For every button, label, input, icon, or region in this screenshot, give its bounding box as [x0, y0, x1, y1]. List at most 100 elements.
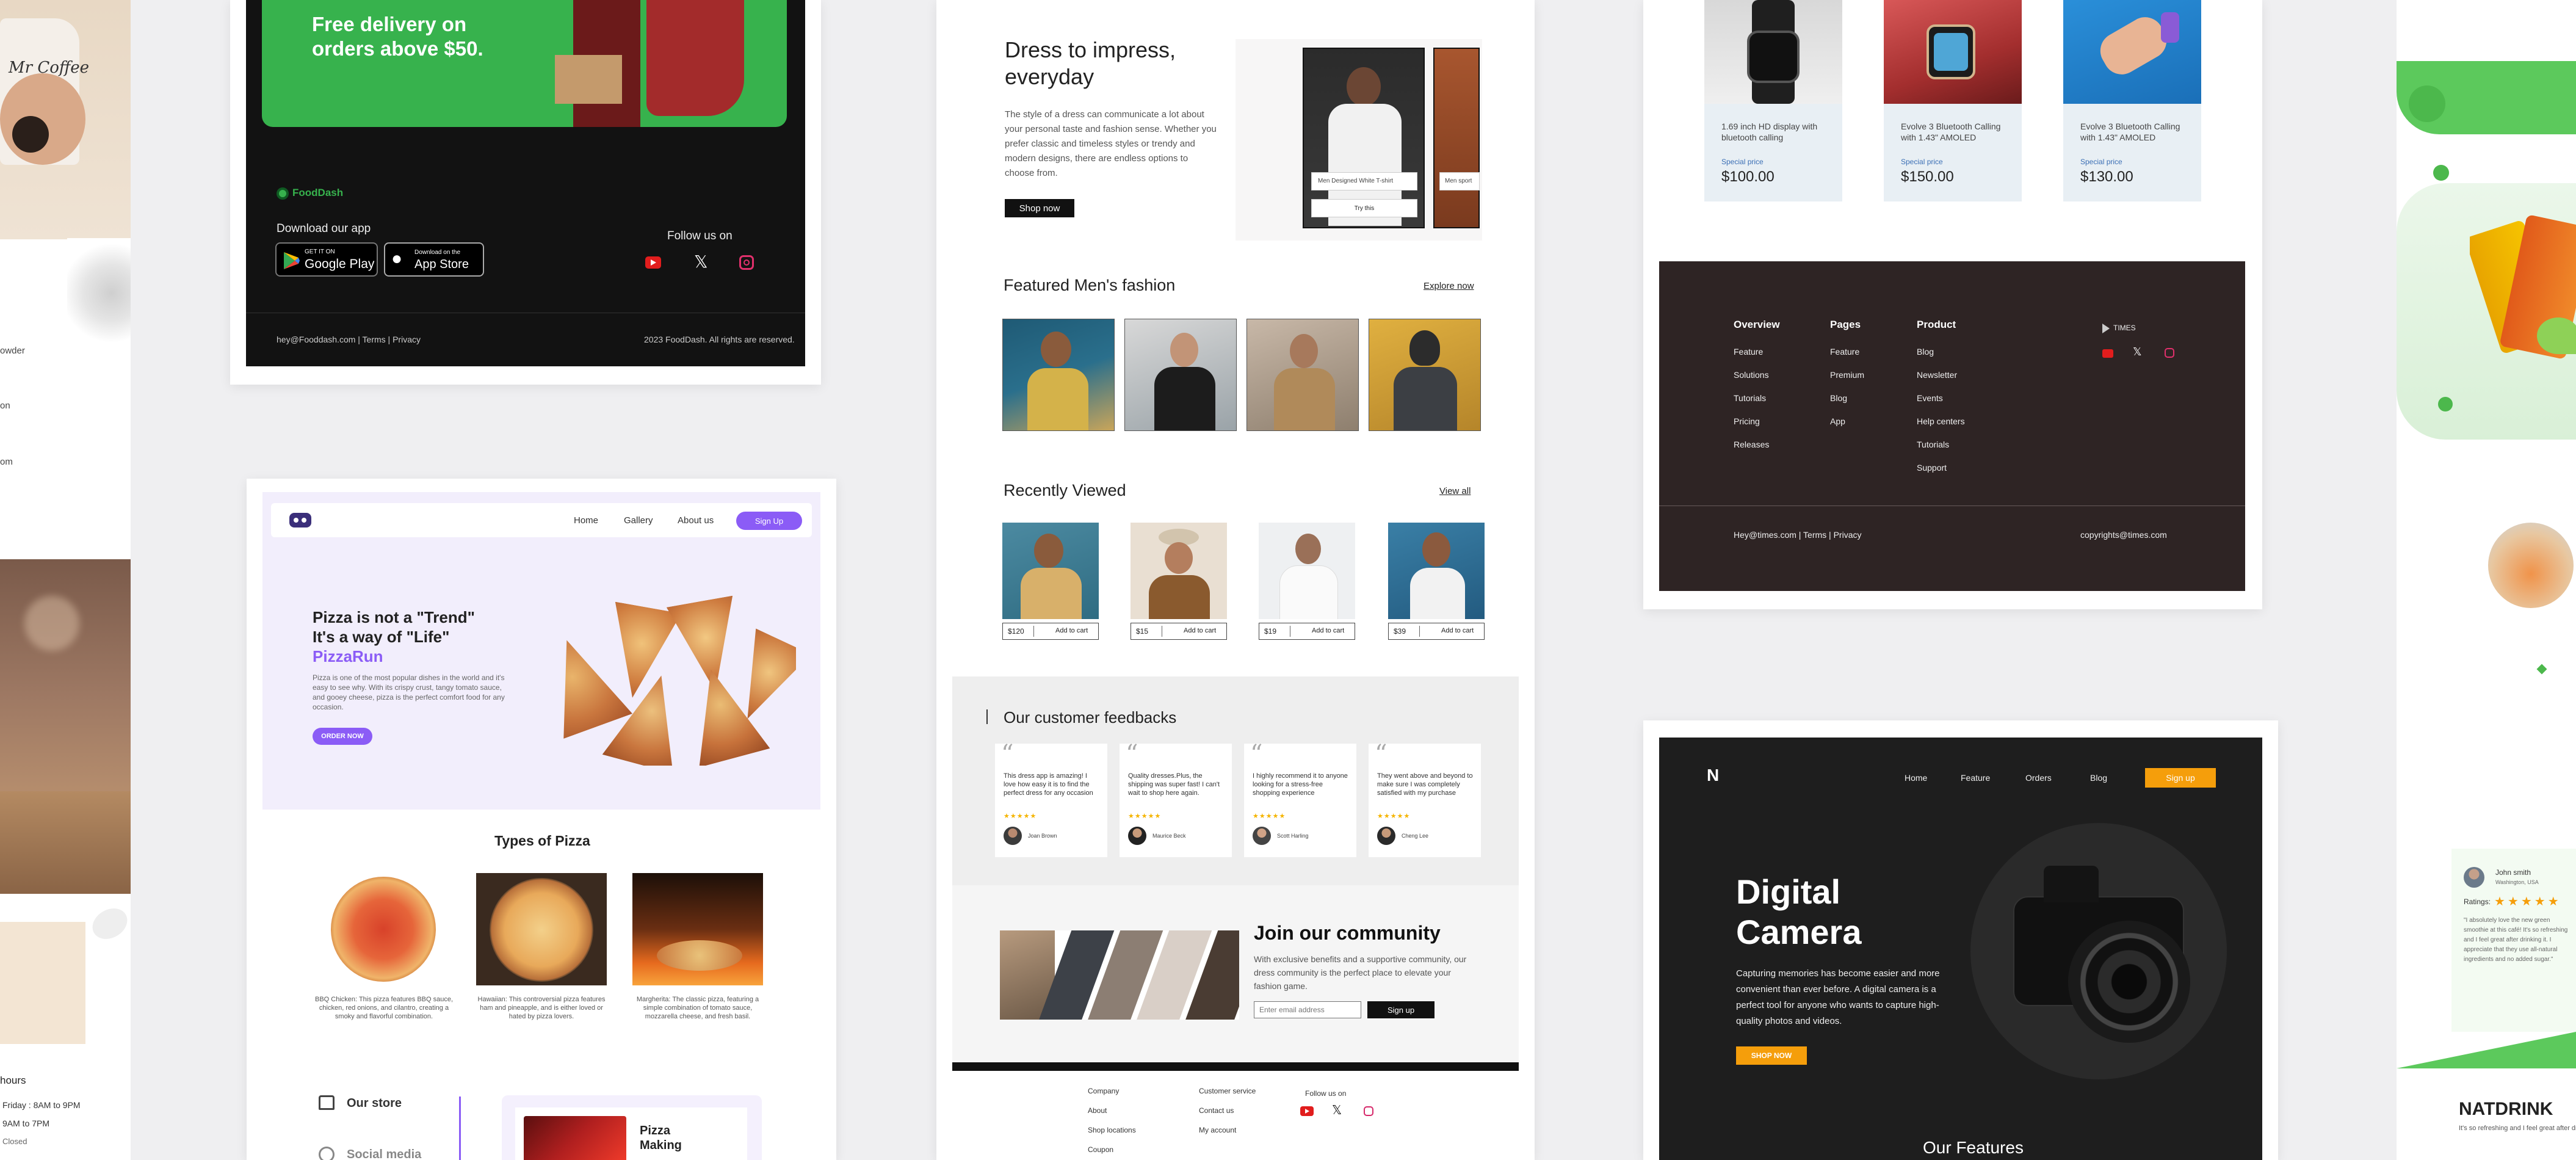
pizza-headline-2: It's a way of "Life" [313, 628, 450, 646]
pizza-type-image-1 [319, 873, 449, 985]
camera-nav-orders[interactable]: Orders [2025, 773, 2052, 783]
recent-price-bar-4[interactable]: $39 Add to cart [1388, 623, 1485, 640]
camera-title-2: Camera [1736, 913, 1862, 951]
community-signup-button[interactable]: Sign up [1367, 1001, 1435, 1018]
fashion-instagram-icon[interactable] [1364, 1106, 1373, 1116]
times-x-icon[interactable]: 𝕏 [2133, 346, 2142, 358]
footer-contact[interactable]: Contact us [1199, 1106, 1234, 1115]
app-store-button[interactable]: ● Download on the App Store [384, 242, 484, 277]
footer-account[interactable]: My account [1199, 1126, 1236, 1134]
google-play-label: Google Play [305, 257, 375, 271]
google-play-button[interactable]: GET IT ON Google Play [275, 242, 378, 277]
feedback-card-1: “ This dress app is amazing! I love how … [995, 740, 1107, 857]
pizza-nav-gallery[interactable]: Gallery [624, 515, 653, 526]
camera-logo-icon[interactable]: N [1707, 766, 1719, 785]
pizzarun-logo-icon[interactable] [289, 513, 311, 527]
pizza-signup-button[interactable]: Sign Up [736, 512, 802, 530]
fashion-youtube-icon[interactable] [1300, 1106, 1314, 1116]
footer-coupon[interactable]: Coupon [1088, 1145, 1113, 1154]
camera-nav-blog[interactable]: Blog [2090, 773, 2107, 783]
camera-nav-home[interactable]: Home [1905, 773, 1927, 783]
app-store-small: Download on the [414, 249, 461, 256]
pizza-type-desc-2: Hawaiian: This controversial pizza featu… [477, 996, 606, 1020]
footer-pages-title: Pages [1830, 319, 1861, 330]
fashion-footer-bar [952, 1062, 1519, 1071]
fooddash-contact-links[interactable]: hey@Fooddash.com | Terms | Privacy [277, 335, 421, 344]
order-now-button[interactable]: ORDER NOW [313, 728, 372, 745]
product-item-6[interactable]: Support [1917, 463, 1947, 473]
overview-item-4[interactable]: Pricing [1734, 416, 1760, 426]
try-this-button[interactable]: Try this [1311, 199, 1417, 217]
product-tag-1[interactable]: Men Designed White T-shirt [1311, 172, 1417, 190]
product-item-4[interactable]: Help centers [1917, 416, 1965, 426]
add-to-cart-1[interactable]: Add to cart [1055, 627, 1088, 634]
coffee-page-card: Mr Coffee owder on om hours Friday : 8AM… [0, 0, 131, 1160]
footer-customer-service[interactable]: Customer service [1199, 1087, 1256, 1095]
our-features-title: Our Features [1923, 1138, 2024, 1157]
community-title: Join our community [1254, 922, 1441, 944]
times-contact-links[interactable]: Hey@times.com | Terms | Privacy [1734, 530, 1861, 540]
product-item-3[interactable]: Events [1917, 393, 1943, 403]
hours-line-1: Friday : 8AM to 9PM [2, 1100, 81, 1110]
product-special-1: Special price [1721, 158, 1764, 166]
instagram-icon[interactable] [739, 255, 754, 270]
product-item-1[interactable]: Blog [1917, 347, 1934, 357]
pages-item-1[interactable]: Feature [1830, 347, 1859, 357]
store-icon [319, 1095, 335, 1110]
product-item-5[interactable]: Tutorials [1917, 440, 1949, 449]
x-twitter-icon[interactable]: 𝕏 [694, 252, 708, 272]
product-item-2[interactable]: Newsletter [1917, 370, 1957, 380]
camera-nav-feature[interactable]: Feature [1961, 773, 1990, 783]
times-copyright: copyrights@times.com [2080, 530, 2167, 540]
pizza-type-desc-1: BBQ Chicken: This pizza features BBQ sau… [315, 996, 454, 1020]
recent-price-1: $120 [1008, 627, 1024, 636]
add-to-cart-4[interactable]: Add to cart [1441, 627, 1474, 634]
recent-price-bar-3[interactable]: $19 Add to cart [1259, 623, 1355, 640]
add-to-cart-3[interactable]: Add to cart [1312, 627, 1344, 634]
overview-item-1[interactable]: Feature [1734, 347, 1763, 357]
follow-label: Follow us on [667, 230, 733, 242]
footer-about[interactable]: About [1088, 1106, 1107, 1115]
view-all-link[interactable]: View all [1439, 486, 1471, 496]
overview-item-3[interactable]: Tutorials [1734, 393, 1766, 403]
fashion-x-icon[interactable]: 𝕏 [1332, 1103, 1342, 1118]
times-youtube-icon[interactable] [2102, 349, 2113, 358]
pizza-headline-1: Pizza is not a "Trend" [313, 608, 475, 626]
feedback-avatar-1 [1004, 827, 1022, 845]
reviewer-name: John smith [2495, 868, 2531, 877]
model-orange-image [1433, 48, 1480, 228]
strip-text-2: on [0, 401, 10, 411]
product-card-2[interactable]: Evolve 3 Bluetooth Calling with 1.43" AM… [1884, 0, 2022, 201]
fashion-hero-visual: Men Designed White T-shirt Men sport Try… [1236, 39, 1482, 241]
product-card-3[interactable]: Evolve 3 Bluetooth Calling with 1.43" AM… [2063, 0, 2201, 201]
our-store-tab[interactable]: Our store [347, 1097, 402, 1111]
camera-signup-button[interactable]: Sign up [2145, 768, 2216, 788]
social-media-tab[interactable]: Social media [347, 1148, 421, 1160]
shop-now-button[interactable]: Shop now [1005, 199, 1074, 217]
community-email-input[interactable] [1254, 1001, 1361, 1018]
natdrink-card: John smith Washington, USA Ratings: ★★★★… [2397, 0, 2576, 1160]
pizza-nav-about[interactable]: About us [678, 515, 714, 526]
delivery-person-image [549, 0, 769, 127]
recent-image-2 [1131, 523, 1227, 619]
footer-shop-locations[interactable]: Shop locations [1088, 1126, 1136, 1134]
explore-now-link[interactable]: Explore now [1424, 281, 1474, 291]
footer-company[interactable]: Company [1088, 1087, 1119, 1095]
pages-item-4[interactable]: App [1830, 416, 1845, 426]
pizza-nav-home[interactable]: Home [574, 515, 598, 526]
product-tag-2[interactable]: Men sport [1439, 172, 1480, 190]
youtube-icon[interactable] [645, 256, 661, 269]
add-to-cart-2[interactable]: Add to cart [1184, 627, 1216, 634]
hours-title: hours [0, 1075, 26, 1086]
product-card-1[interactable]: 1.69 inch HD display with bluetooth call… [1704, 0, 1842, 201]
footer-overview-title: Overview [1734, 319, 1780, 330]
overview-item-2[interactable]: Solutions [1734, 370, 1769, 380]
times-instagram-icon[interactable] [2165, 348, 2174, 358]
recent-price-bar-1[interactable]: $120 Add to cart [1002, 623, 1099, 640]
camera-shop-now-button[interactable]: SHOP NOW [1736, 1046, 1807, 1065]
pages-item-2[interactable]: Premium [1830, 370, 1864, 380]
overview-item-5[interactable]: Releases [1734, 440, 1769, 449]
recent-price-bar-2[interactable]: $15 Add to cart [1131, 623, 1227, 640]
dslr-camera-image [2001, 860, 2209, 1043]
pages-item-3[interactable]: Blog [1830, 393, 1847, 403]
